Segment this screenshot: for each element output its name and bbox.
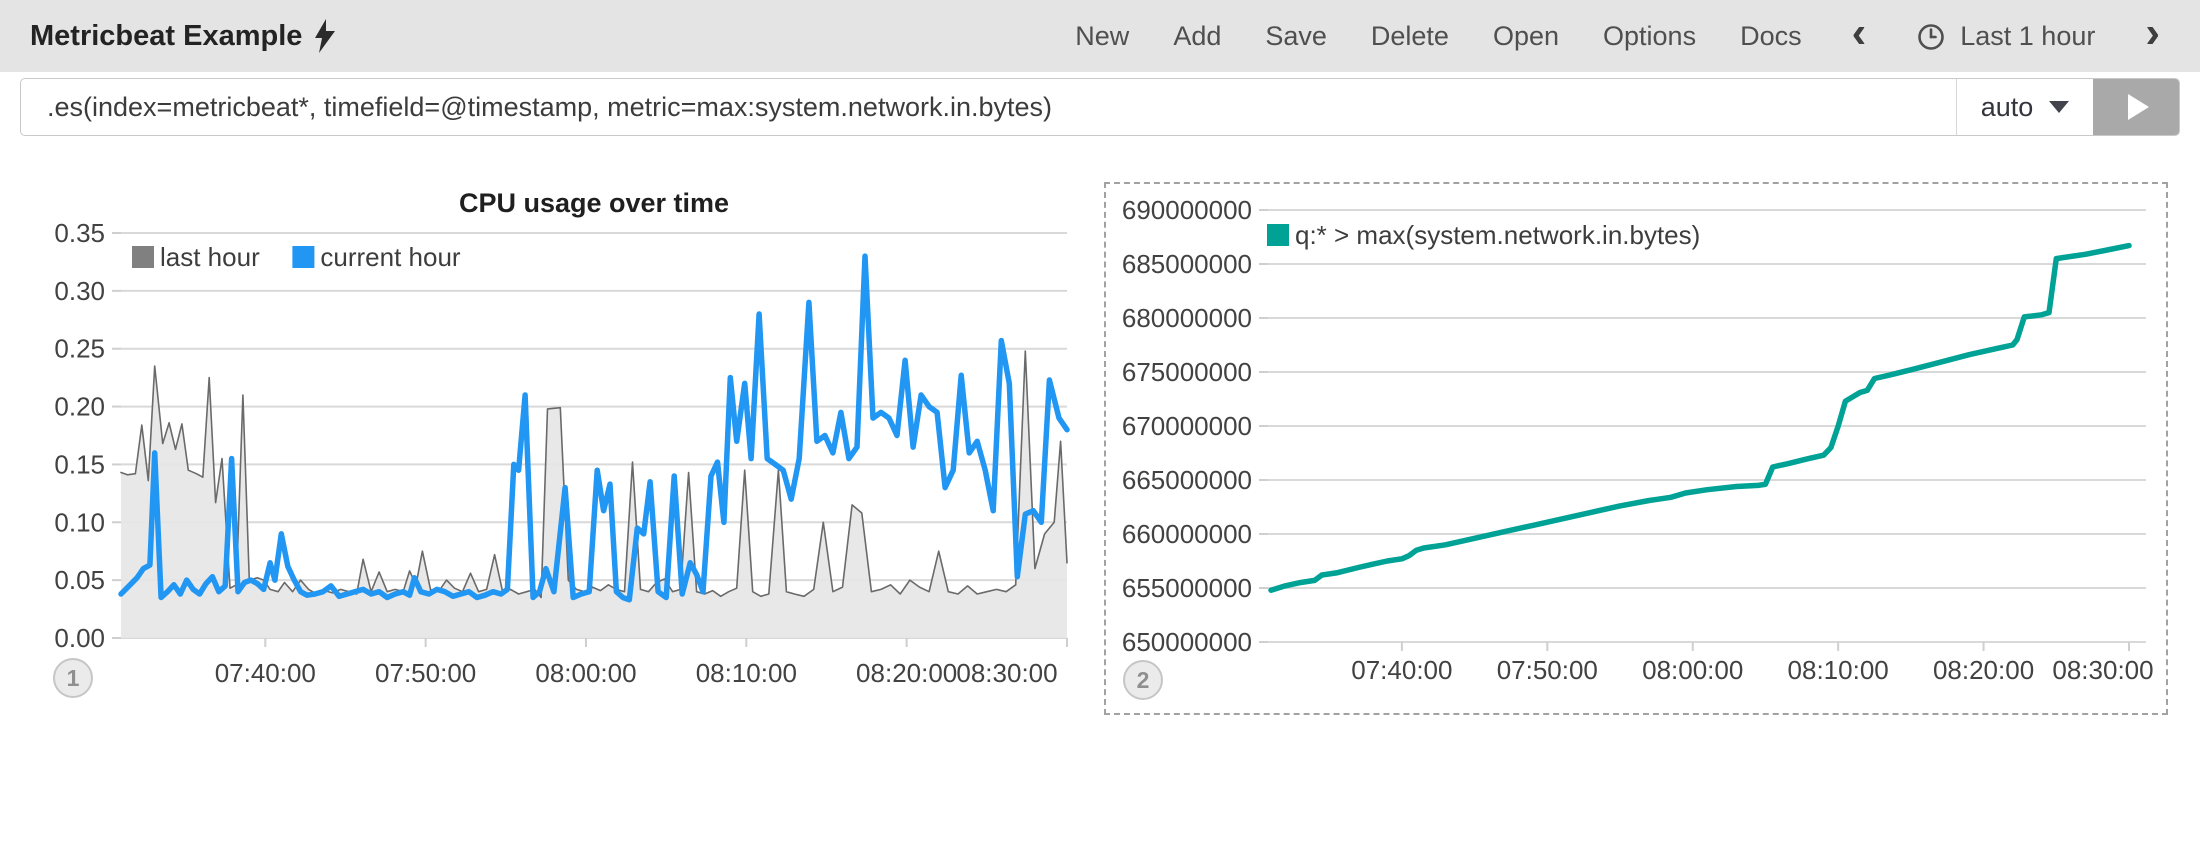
svg-text:0.05: 0.05 [54,565,105,595]
svg-text:08:30:00: 08:30:00 [2052,655,2153,685]
svg-text:690000000: 690000000 [1122,195,1252,225]
svg-text:07:50:00: 07:50:00 [1497,655,1598,685]
cpu-usage-chart: 0.00 0.05 0.10 0.15 0.20 0.25 0.30 0.35 07:40:00… [20,165,1070,740]
nav-add[interactable]: Add [1173,21,1221,52]
nav-new[interactable]: New [1075,21,1129,52]
svg-text:08:30:00: 08:30:00 [956,658,1057,688]
svg-text:650000000: 650000000 [1122,627,1252,657]
run-query-button[interactable] [2093,79,2179,135]
svg-text:0.35: 0.35 [54,218,105,248]
svg-text:07:50:00: 07:50:00 [375,658,476,688]
chart-index-badge-1: 1 [53,658,93,698]
nav-delete[interactable]: Delete [1371,21,1449,52]
svg-text:08:00:00: 08:00:00 [1642,655,1743,685]
svg-text:08:10:00: 08:10:00 [1788,655,1889,685]
svg-text:0.20: 0.20 [54,392,105,422]
svg-text:660000000: 660000000 [1122,519,1252,549]
svg-text:0.25: 0.25 [54,334,105,364]
svg-text:current hour: current hour [320,242,461,272]
svg-text:08:10:00: 08:10:00 [696,658,797,688]
svg-text:CPU usage over time: CPU usage over time [459,188,729,218]
svg-text:last hour: last hour [160,242,260,272]
svg-text:0.30: 0.30 [54,276,105,306]
chart-index-badge-2: 2 [1123,660,1163,700]
app-title-text: Metricbeat Example [30,20,302,53]
svg-text:07:40:00: 07:40:00 [215,658,316,688]
timelion-expression-input[interactable] [21,79,1956,135]
interval-select[interactable]: auto [1956,79,2093,135]
timelion-query-bar: auto [20,78,2180,136]
play-icon [2128,94,2149,120]
time-next-button[interactable]: › [2139,13,2166,53]
time-range-label: Last 1 hour [1960,21,2095,52]
svg-text:0.15: 0.15 [54,449,105,479]
svg-text:q:* > max(system.network.in.by: q:* > max(system.network.in.bytes) [1295,220,1700,250]
nav-open[interactable]: Open [1493,21,1559,52]
chart-panel-cpu-usage[interactable]: 0.00 0.05 0.10 0.15 0.20 0.25 0.30 0.35 07:40:00… [20,165,1070,740]
lightning-bolt-icon [314,19,336,53]
network-bytes-chart: 650000000 655000000 660000000 665000000 6700… [1106,184,2166,713]
svg-text:08:00:00: 08:00:00 [535,658,636,688]
svg-text:680000000: 680000000 [1122,303,1252,333]
svg-text:670000000: 670000000 [1122,411,1252,441]
time-picker-button[interactable]: Last 1 hour [1916,21,2095,52]
svg-text:0.10: 0.10 [54,507,105,537]
chart-panel-network-bytes-selected[interactable]: 650000000 655000000 660000000 665000000 6700… [1104,182,2168,715]
nav-docs[interactable]: Docs [1740,21,1802,52]
nav-options[interactable]: Options [1603,21,1696,52]
clock-icon [1916,21,1946,51]
svg-text:665000000: 665000000 [1122,465,1252,495]
chevron-down-icon [2049,101,2069,113]
nav-save[interactable]: Save [1265,21,1327,52]
time-prev-button[interactable]: ‹ [1846,13,1873,53]
svg-text:685000000: 685000000 [1122,249,1252,279]
svg-text:0.00: 0.00 [54,623,105,653]
interval-value: auto [1981,92,2034,123]
svg-text:08:20:00: 08:20:00 [1933,655,2034,685]
svg-text:655000000: 655000000 [1122,573,1252,603]
svg-text:675000000: 675000000 [1122,357,1252,387]
app-title: Metricbeat Example [30,0,336,72]
top-bar: Metricbeat Example New Add Save Delete O… [0,0,2200,72]
svg-text:08:20:00: 08:20:00 [856,658,957,688]
top-nav: New Add Save Delete Open Options Docs ‹ … [1075,0,2166,72]
svg-text:07:40:00: 07:40:00 [1351,655,1452,685]
